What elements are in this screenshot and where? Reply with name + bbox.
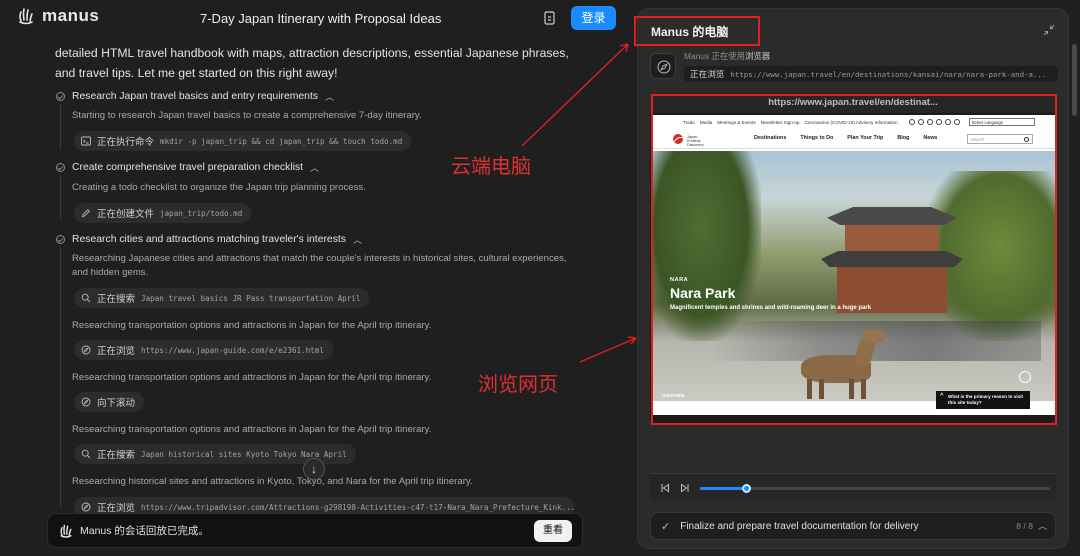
- check-icon: [56, 92, 65, 101]
- arrow-down-icon: ↓: [311, 462, 317, 476]
- step-connector: [60, 246, 61, 508]
- agent-tool-badge: [650, 53, 676, 79]
- progress-track[interactable]: [700, 484, 1050, 493]
- annotation-box-computer-title: [634, 16, 760, 46]
- replay-bar: Manus 的会话回放已完成。 重看: [47, 513, 583, 548]
- step-3[interactable]: Research cities and attractions matching…: [56, 233, 362, 246]
- step-1[interactable]: Research Japan travel basics and entry r…: [56, 90, 334, 103]
- compass-icon: [81, 345, 91, 355]
- agent-tool: 浏览器: [744, 51, 771, 61]
- skip-back-icon[interactable]: [660, 483, 670, 493]
- browsing-url: https://www.japan.travel/en/destinations…: [730, 69, 1047, 79]
- annotation-cloud-pc: 云端电脑: [451, 154, 531, 178]
- manus-logo[interactable]: manus: [16, 6, 99, 26]
- step-connector: [60, 175, 61, 220]
- task-count: 8 / 8: [1016, 521, 1033, 531]
- browsing-status: 正在浏览 https://www.japan.travel/en/destina…: [684, 66, 1058, 82]
- log-text: Researching historical sites and attract…: [72, 476, 473, 487]
- annotation-browse-page: 浏览网页: [478, 372, 558, 396]
- action-label: 正在浏览: [97, 346, 136, 357]
- manus-hand-icon: [60, 524, 72, 538]
- action-detail: https://www.tripadvisor.com/Attractions-…: [141, 502, 574, 512]
- action-pill[interactable]: 正在执行命令 mkdir -p japan_trip && cd japan_t…: [74, 131, 412, 151]
- edit-icon: [81, 209, 90, 218]
- action-pill[interactable]: 正在创建文件 japan_trip/todo.md: [74, 203, 252, 223]
- chevron-up-icon[interactable]: ︿: [1038, 519, 1047, 532]
- agent-prefix: Manus 正在使用: [684, 51, 745, 61]
- action-label: 向下滚动: [97, 398, 136, 409]
- agent-status: Manus 正在使用浏览器: [684, 50, 770, 62]
- step-label: Create comprehensive travel preparation …: [72, 162, 304, 173]
- step-desc: Starting to research Japan travel basics…: [72, 110, 422, 121]
- search-icon: [81, 293, 91, 303]
- progress-knob[interactable]: [741, 484, 751, 493]
- annotation-arrows: [521, 43, 637, 363]
- action-pill[interactable]: 正在搜索 Japan travel basics JR Pass transpo…: [74, 288, 370, 308]
- login-button[interactable]: 登录: [571, 6, 616, 30]
- current-task[interactable]: ✓ Finalize and prepare travel documentat…: [650, 512, 1056, 540]
- annotation-box-browser: [651, 94, 1057, 425]
- chevron-up-icon[interactable]: ︿: [325, 90, 334, 103]
- action-label: 正在搜索: [97, 450, 136, 461]
- log-text: Researching transportation options and a…: [72, 320, 432, 331]
- chevron-up-icon[interactable]: ︿: [310, 161, 319, 174]
- browsing-label: 正在浏览: [690, 69, 725, 79]
- check-icon: [56, 163, 65, 172]
- compass-icon: [81, 502, 91, 512]
- replay-player: [650, 473, 1056, 501]
- action-detail: mkdir -p japan_trip && cd japan_trip && …: [160, 136, 403, 146]
- step-desc: Researching Japanese cities and attracti…: [72, 253, 567, 278]
- step-connector: [60, 104, 61, 149]
- action-pill[interactable]: 正在浏览 https://www.japan-guide.com/e/e2361…: [74, 340, 333, 360]
- action-label: 正在浏览: [97, 503, 136, 514]
- terminal-icon: [81, 136, 91, 146]
- action-detail: japan_trip/todo.md: [160, 208, 243, 218]
- search-icon: [81, 449, 91, 459]
- step-label: Research cities and attractions matching…: [72, 234, 346, 245]
- step-2[interactable]: Create comprehensive travel preparation …: [56, 161, 319, 174]
- chevron-up-icon[interactable]: ︿: [353, 233, 362, 246]
- share-icon[interactable]: [542, 10, 558, 26]
- task-label: Finalize and prepare travel documentatio…: [680, 520, 919, 532]
- compass-icon: [81, 397, 91, 407]
- action-label: 正在搜索: [97, 294, 136, 305]
- action-detail: Japan historical sites Kyoto Tokyo Nara …: [141, 449, 347, 459]
- compass-icon: [657, 60, 671, 74]
- logo-text: manus: [42, 6, 100, 25]
- action-detail: Japan travel basics JR Pass transportati…: [141, 293, 361, 303]
- action-pill[interactable]: 向下滚动: [74, 392, 145, 412]
- replay-message: Manus 的会话回放已完成。: [80, 525, 209, 537]
- skip-forward-icon[interactable]: [680, 483, 690, 493]
- log-text: Researching transportation options and a…: [72, 424, 432, 435]
- action-label: 正在执行命令: [97, 137, 155, 148]
- check-icon: ✓: [661, 520, 671, 533]
- progress-fill: [700, 487, 746, 490]
- top-bar: manus 7-Day Japan Itinerary with Proposa…: [0, 0, 634, 38]
- step-desc: Creating a todo checklist to organize th…: [72, 182, 366, 193]
- intro-text: detailed HTML travel handbook with maps,…: [55, 46, 569, 80]
- action-label: 正在创建文件: [97, 209, 155, 220]
- manus-hand-icon: [19, 8, 33, 25]
- page-title: 7-Day Japan Itinerary with Proposal Idea…: [200, 11, 442, 26]
- check-icon: [56, 235, 65, 244]
- replay-button[interactable]: 重看: [534, 520, 572, 542]
- scrollbar[interactable]: [1072, 44, 1077, 116]
- scroll-down-button[interactable]: ↓: [303, 458, 325, 480]
- collapse-icon[interactable]: [1043, 24, 1055, 36]
- step-label: Research Japan travel basics and entry r…: [72, 91, 319, 102]
- action-detail: https://www.japan-guide.com/e/e2361.html: [141, 345, 324, 355]
